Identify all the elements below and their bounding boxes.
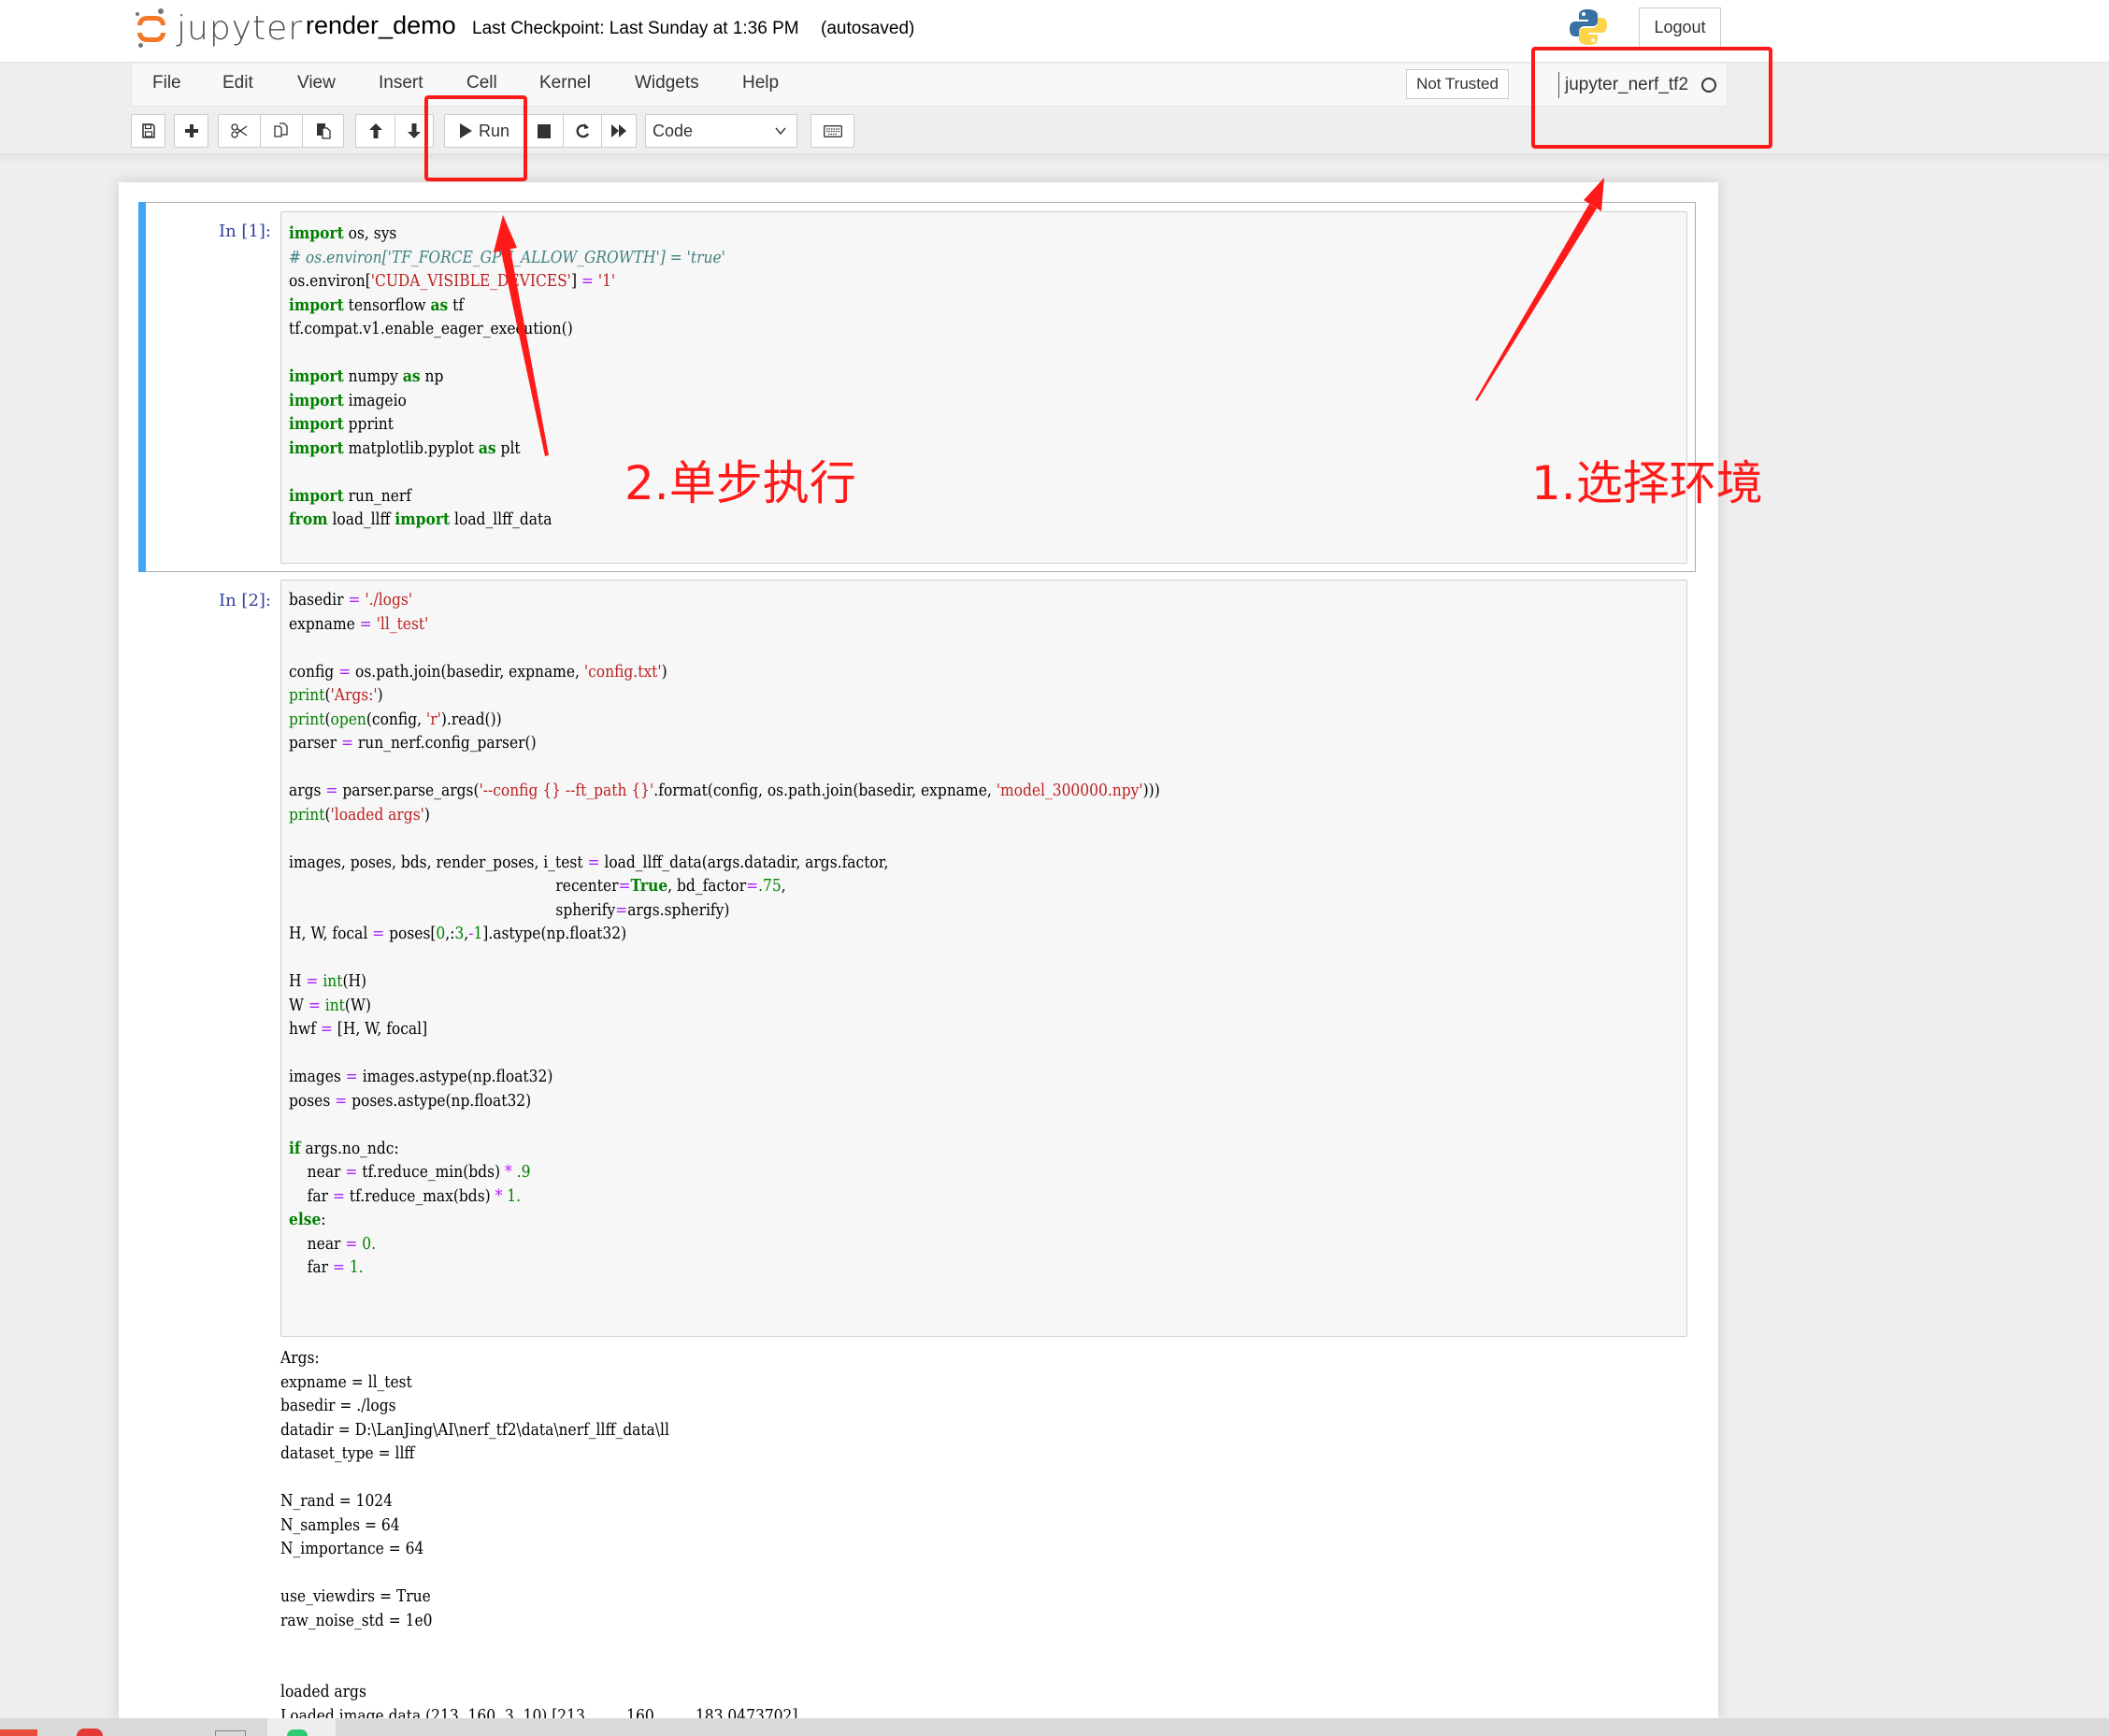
output-line: N_samples = 64 [280,1514,400,1535]
cell-2-output: Args: expname = ll_testbasedir = ./logs da… [280,1346,797,1728]
output-line: datadir = D:\LanJing\AI\nerf_tf2\data\ne… [280,1419,669,1440]
annotation-step1-label: 1.选择环境 [1531,456,1763,510]
output-line: raw_noise_std = 1e0 [280,1610,433,1630]
taskbar-wechat-icon[interactable] [287,1729,308,1736]
output-line: Args: [280,1348,320,1368]
output-line: dataset_type = llff [280,1443,415,1463]
cell-2-code: basedir = './logs' expname = 'll_test' c… [289,590,1160,1277]
taskbar-app-icon[interactable] [0,1729,37,1736]
taskbar-window-icon[interactable] [215,1730,246,1736]
output-line: loaded args [280,1682,366,1701]
annotation-arrows [494,178,1604,456]
output-line: N_rand = 1024 [280,1491,394,1511]
output-line: use_viewdirs = True [280,1586,431,1606]
annotation-arrow-2 [494,215,549,456]
cell-2-input[interactable]: basedir = './logs' expname = 'll_test' c… [280,580,1687,1337]
output-line: N_importance = 64 [280,1539,424,1558]
output-line: expname = ll_test [280,1371,412,1392]
output-line: basedir = ./logs [280,1396,396,1415]
annotation-arrow-1 [1475,178,1604,401]
annotation-step2-label: 2.单步执行 [624,456,856,510]
taskbar-browser-icon[interactable] [77,1729,103,1736]
